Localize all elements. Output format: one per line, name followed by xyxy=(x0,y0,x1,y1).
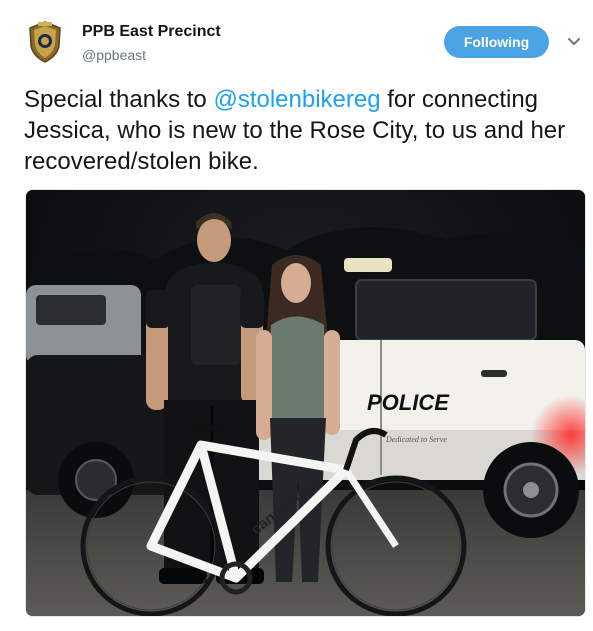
photo-scene: POLICE Dedicated to Serve cannondale xyxy=(26,190,585,616)
display-name[interactable]: PPB East Precinct xyxy=(82,22,221,42)
avatar[interactable] xyxy=(26,20,64,64)
car-motto: Dedicated to Serve xyxy=(385,435,447,444)
police-badge-icon xyxy=(26,20,64,64)
following-button[interactable]: Following xyxy=(444,26,549,58)
mention-link[interactable]: @stolenbikereg xyxy=(213,86,380,113)
tweet-text-start: Special thanks to xyxy=(24,86,214,113)
tweet-card: PPB East Precinct @ppbeast Following Spe… xyxy=(0,0,593,631)
account-names: PPB East Precinct @ppbeast xyxy=(82,22,221,65)
tweet-photo[interactable]: POLICE Dedicated to Serve cannondale xyxy=(25,189,586,617)
police-decal: POLICE xyxy=(367,390,450,415)
handle[interactable]: @ppbeast xyxy=(82,45,221,65)
tweet-text: Special thanks to @stolenbikereg for con… xyxy=(24,84,574,177)
more-menu-button[interactable] xyxy=(566,34,582,50)
chevron-down-icon xyxy=(568,38,580,45)
